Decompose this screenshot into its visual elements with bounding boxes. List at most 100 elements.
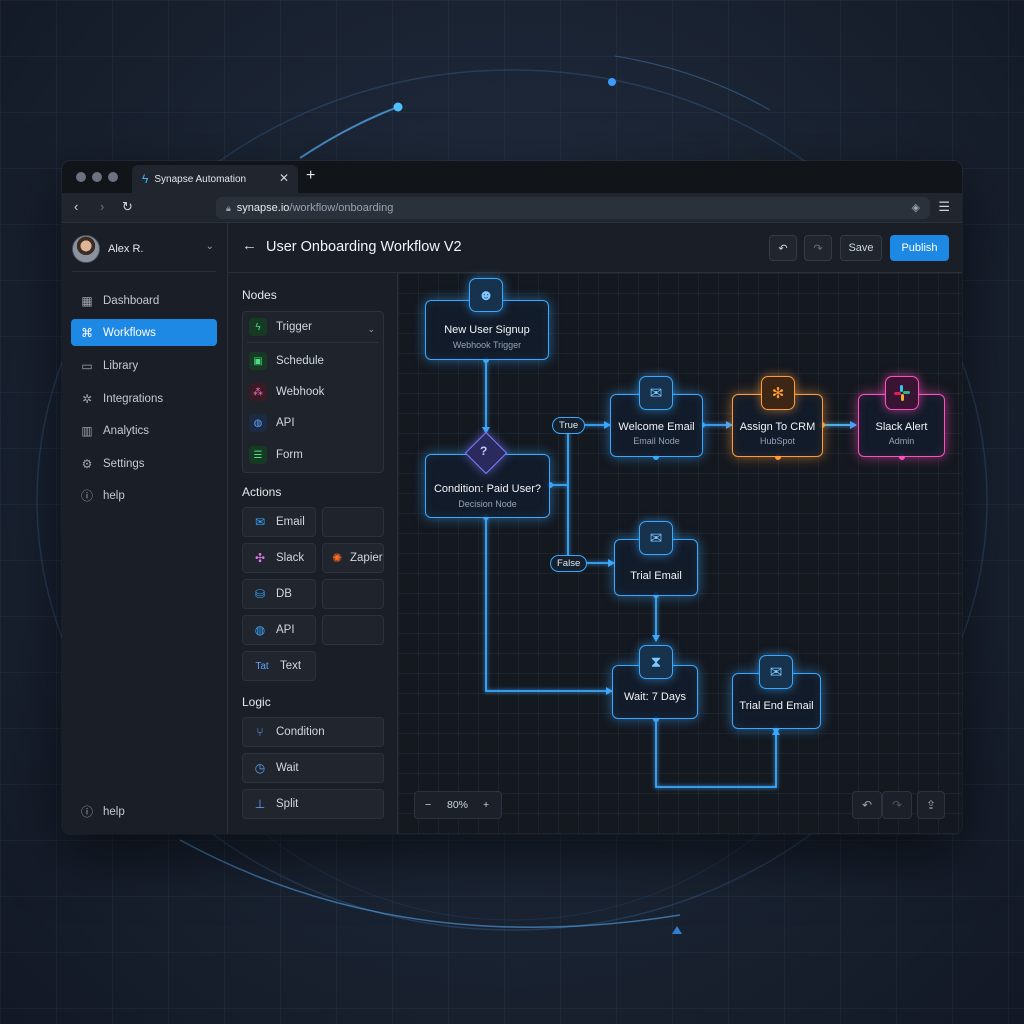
webhook-icon: ⁂ — [249, 383, 267, 401]
logic-section-label: Logic — [242, 695, 271, 709]
canvas-undo-button[interactable]: ↶ — [852, 791, 882, 819]
node-title: Trial End Email — [739, 700, 814, 712]
sidebar-item-label: help — [103, 489, 125, 502]
sidebar-item-settings[interactable]: ⚙ Settings — [71, 450, 217, 477]
help-icon: ⓘ — [80, 489, 93, 503]
browser-window: ϟ Synapse Automation ✕ + ‹ › ↻ 🔒︎ synaps… — [62, 161, 962, 834]
new-tab-icon[interactable]: + — [306, 167, 315, 185]
tile-label: Wait — [276, 762, 299, 774]
palette-item-label: Form — [276, 449, 303, 461]
zoom-in-icon[interactable]: + — [483, 799, 489, 811]
logic-tile-wait[interactable]: ◷ Wait — [242, 753, 384, 783]
edge-label-true: True — [552, 417, 586, 434]
action-tile-empty — [322, 615, 384, 645]
sidebar-item-label: Analytics — [103, 424, 150, 437]
undo-button[interactable]: ↶ — [769, 235, 797, 261]
address-bar: ‹ › ↻ 🔒︎ synapse.io /workflow/onboarding… — [62, 193, 962, 223]
action-tile-email[interactable]: ✉ Email — [242, 507, 316, 537]
node-title: Welcome Email — [618, 421, 695, 433]
tile-label: Slack — [276, 552, 305, 564]
lock-icon: 🔒︎ — [226, 202, 231, 213]
page-title: User Onboarding Workflow V2 — [266, 239, 462, 255]
url-domain: synapse.io — [236, 202, 290, 214]
palette-item-form[interactable]: ☰ Form — [249, 442, 377, 468]
avatar — [72, 235, 100, 263]
trigger-group: ϟ Trigger ⌄ ▣ Schedule ⁂ Webhook ◍ API ☰… — [242, 311, 384, 473]
sidebar-footer-help[interactable]: ⓘ help — [71, 798, 217, 825]
user-icon: ☻ — [469, 278, 503, 312]
trigger-divider — [247, 342, 379, 343]
browser-menu-icon[interactable]: ☰ — [938, 199, 950, 215]
undo-icon: ↶ — [861, 798, 873, 812]
palette-item-webhook[interactable]: ⁂ Webhook — [249, 379, 377, 405]
palette-item-schedule[interactable]: ▣ Schedule — [249, 348, 377, 374]
bar-chart-icon: ▥ — [81, 423, 93, 438]
globe-icon: ◍ — [249, 414, 267, 432]
tile-label: API — [276, 624, 295, 636]
close-tab-icon[interactable]: ✕ — [279, 171, 289, 185]
forward-nav-icon[interactable]: › — [100, 199, 104, 214]
window-minimize-dot[interactable] — [92, 172, 102, 182]
logic-tile-split[interactable]: ⊥ Split — [242, 789, 384, 819]
browser-tab[interactable]: ϟ Synapse Automation ✕ — [132, 165, 298, 193]
wire-condition-wait — [485, 517, 612, 692]
clock-icon: ◷ — [254, 761, 266, 775]
question-icon: ? — [480, 444, 488, 458]
zoom-level: 80% — [447, 799, 469, 811]
branch-icon: ⑂ — [256, 725, 264, 739]
database-icon: ⛁ — [254, 587, 266, 601]
sidebar-item-analytics[interactable]: ▥ Analytics — [71, 417, 217, 444]
redo-icon: ↷ — [813, 242, 823, 255]
workflow-canvas[interactable]: New User Signup Webhook Trigger ☻ Condit… — [398, 273, 962, 834]
slack-logo-icon — [894, 385, 910, 401]
sidebar-item-library[interactable]: ▭ Library — [71, 352, 217, 379]
help-icon: ⓘ — [80, 805, 93, 819]
action-tile-zapier[interactable]: ✺ Zapier — [322, 543, 384, 573]
back-nav-icon[interactable]: ‹ — [74, 199, 78, 214]
node-subtitle: HubSpot — [759, 436, 796, 446]
chevron-down-icon: ⌄ — [205, 241, 214, 252]
back-arrow-icon[interactable]: ← — [242, 237, 257, 254]
sidebar-item-help[interactable]: ⓘ help — [71, 482, 217, 509]
page-header: ← User Onboarding Workflow V2 ↶ ↷ Save P… — [228, 223, 962, 273]
tile-label: DB — [276, 588, 292, 600]
window-maximize-dot[interactable] — [108, 172, 118, 182]
window-close-dot[interactable] — [76, 172, 86, 182]
plug-icon: ✲ — [81, 391, 93, 406]
publish-button[interactable]: Publish — [890, 235, 949, 261]
text-icon: Tat — [255, 660, 269, 672]
zoom-out-icon[interactable]: − — [425, 799, 431, 811]
palette-item-api[interactable]: ◍ API — [249, 410, 377, 436]
tab-title: Synapse Automation — [154, 173, 247, 185]
sidebar-item-dashboard[interactable]: ▦ Dashboard — [71, 287, 217, 314]
logic-tile-condition[interactable]: ⑂ Condition — [242, 717, 384, 747]
hubspot-icon: ✻ — [761, 376, 795, 410]
trigger-dropdown[interactable]: ϟ Trigger — [249, 314, 377, 340]
zoom-control: − 80% + — [414, 791, 502, 819]
user-menu[interactable]: Alex R. ⌄ — [72, 235, 218, 263]
tile-label: Split — [276, 798, 299, 810]
reload-icon[interactable]: ↻ — [122, 199, 133, 215]
action-tile-slack[interactable]: ✣ Slack — [242, 543, 316, 573]
shield-icon[interactable]: ◈ — [912, 201, 920, 214]
share-icon: ⇪ — [925, 798, 937, 812]
sidebar-item-integrations[interactable]: ✲ Integrations — [71, 385, 217, 412]
split-icon: ⊥ — [254, 797, 266, 811]
node-title: Wait: 7 Days — [624, 691, 686, 703]
sidebar-item-workflows[interactable]: ⌘ Workflows — [71, 319, 217, 346]
envelope-icon: ✉ — [254, 515, 266, 529]
action-tile-text[interactable]: Tat Text — [242, 651, 316, 681]
sidebar-item-label: Workflows — [103, 326, 156, 339]
tile-label: Zapier — [350, 552, 383, 564]
action-tile-api[interactable]: ◍ API — [242, 615, 316, 645]
canvas-redo-button[interactable]: ↷ — [882, 791, 912, 819]
action-tile-db[interactable]: ⛁ DB — [242, 579, 316, 609]
wire-wait-trialend — [655, 719, 777, 788]
save-button[interactable]: Save — [840, 235, 882, 261]
export-button[interactable]: ⇪ — [917, 791, 945, 819]
slack-icon — [885, 376, 919, 410]
url-field[interactable]: 🔒︎ synapse.io /workflow/onboarding ◈ — [216, 197, 930, 219]
dashboard-icon: ▦ — [81, 293, 93, 308]
redo-button[interactable]: ↷ — [804, 235, 832, 261]
hourglass-icon: ⧗ — [639, 645, 673, 679]
